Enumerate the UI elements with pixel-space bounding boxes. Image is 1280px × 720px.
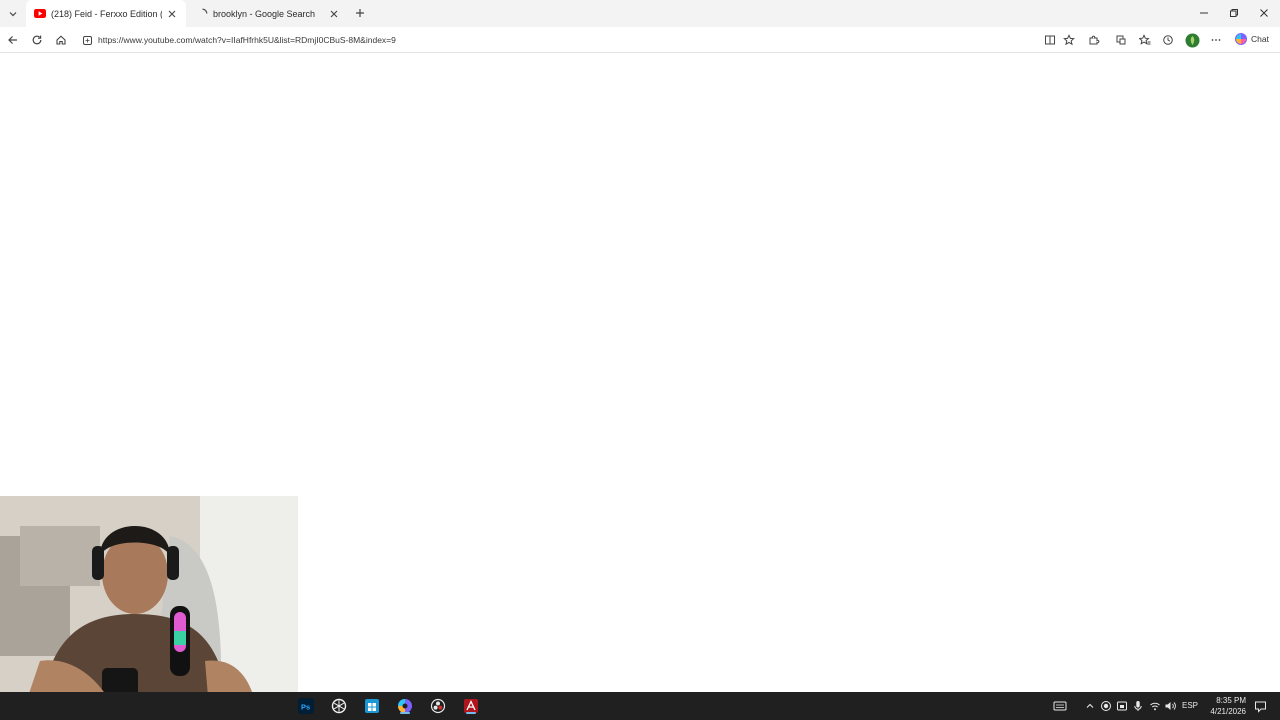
obs-icon[interactable] [429,697,447,715]
tab-youtube[interactable]: (218) Feid - Ferxxo Edition (Officia [26,0,186,27]
restore-button[interactable] [1226,5,1242,21]
profile-avatar[interactable] [1184,32,1200,48]
record-icon[interactable] [1099,699,1113,713]
history-icon[interactable] [1160,32,1176,48]
desktop-screen: (218) Feid - Ferxxo Edition (Officia bro… [0,0,1280,720]
url-text: https://www.youtube.com/watch?v=IIafHfrh… [98,35,396,45]
clock-time: 8:35 PM [1216,696,1246,705]
app-icon[interactable] [462,697,480,715]
volume-icon[interactable] [1163,699,1177,713]
chatgpt-icon[interactable] [330,697,348,715]
home-icon[interactable] [53,32,69,48]
favorites-icon[interactable] [1137,32,1153,48]
webcam-overlay [0,496,298,720]
photoshop-icon[interactable]: Ps [297,697,315,715]
language-indicator[interactable]: ESP [1182,701,1198,710]
svg-text:Ps: Ps [301,703,310,712]
loading-icon [196,8,208,20]
split-screen-icon[interactable] [1042,32,1058,48]
taskbar: Ps ESP 8:35 PM 4/21/2026 [0,692,1280,720]
tab-google-search[interactable]: brooklyn - Google Search [188,0,348,27]
refresh-icon[interactable] [29,32,45,48]
chevron-up-icon[interactable] [1083,699,1097,713]
wifi-icon[interactable] [1148,699,1162,713]
browser-icon[interactable] [396,697,414,715]
tab-strip: (218) Feid - Ferxxo Edition (Officia bro… [0,0,1280,27]
close-window-button[interactable] [1256,5,1272,21]
more-icon[interactable] [1208,32,1224,48]
collections-icon[interactable] [1113,32,1129,48]
minimize-button[interactable] [1196,5,1212,21]
notifications-icon[interactable] [1253,699,1267,713]
meet-icon[interactable] [1115,699,1129,713]
site-info-icon[interactable] [80,33,94,47]
microphone-icon[interactable] [1131,699,1145,713]
close-tab-icon[interactable] [328,8,340,20]
youtube-icon [34,8,46,20]
copilot-icon [1235,33,1247,45]
browser-toolbar: https://www.youtube.com/watch?v=IIafHfrh… [0,27,1280,53]
chat-label: Chat [1251,34,1269,44]
clock[interactable]: 8:35 PM 4/21/2026 [1202,695,1246,717]
new-tab-button[interactable] [352,5,368,21]
back-icon[interactable] [5,32,21,48]
tab-title: (218) Feid - Ferxxo Edition (Officia [51,8,162,19]
tab-title: brooklyn - Google Search [213,8,316,19]
clock-date: 4/21/2026 [1210,707,1246,716]
close-tab-icon[interactable] [166,8,178,20]
favorite-star-icon[interactable] [1061,32,1077,48]
extensions-icon[interactable] [1086,32,1102,48]
tab-actions-menu-icon[interactable] [4,5,22,23]
keyboard-icon[interactable] [1053,699,1067,713]
copilot-chat-button[interactable]: Chat [1234,32,1269,46]
store-icon[interactable] [363,697,381,715]
address-bar[interactable]: https://www.youtube.com/watch?v=IIafHfrh… [76,30,1084,50]
